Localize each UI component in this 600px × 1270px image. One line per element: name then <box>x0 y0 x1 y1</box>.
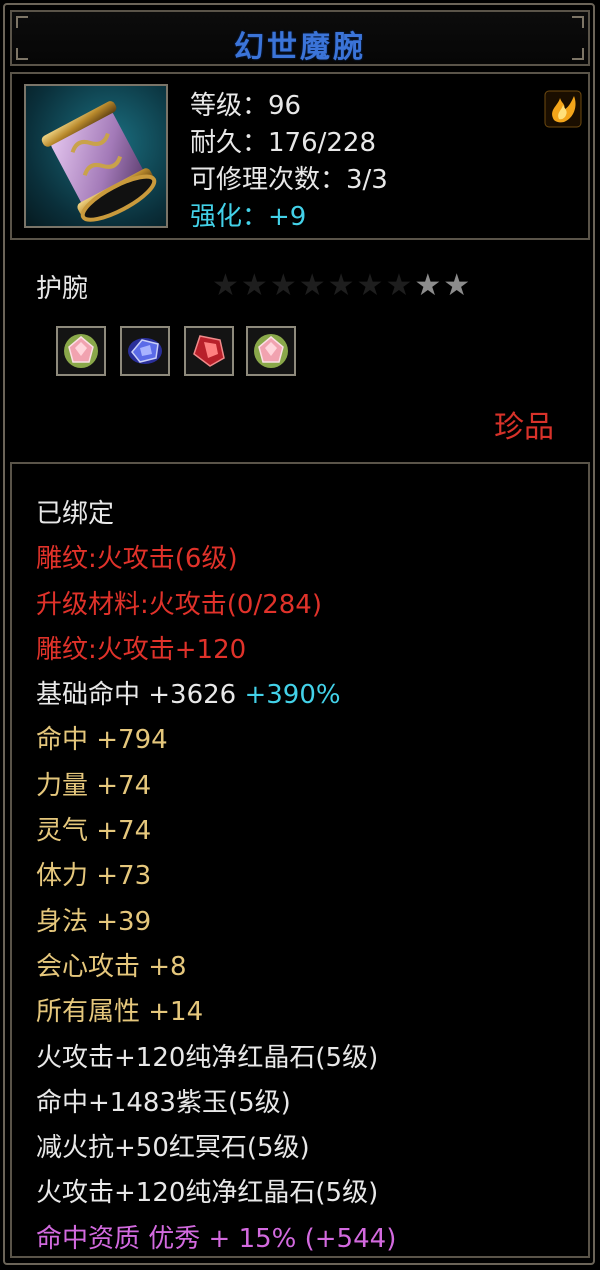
stat-line: 身法 +39 <box>36 906 152 937</box>
item-header: 等级：96 耐久：176/228 可修理次数：3/3 强化：+9 <box>10 72 590 240</box>
item-title: 幻世魔腕 <box>234 30 366 65</box>
stat-line: 体力 +73 <box>36 861 152 892</box>
bound-status: 已绑定 <box>36 499 115 529</box>
engrave-line: 雕纹:火攻击(6级) <box>36 544 238 575</box>
star-icon: ★ <box>212 268 241 303</box>
star-icon: ★ <box>385 268 415 303</box>
bracer-icon <box>24 84 168 228</box>
stat-line: 灵气 +74 <box>36 816 152 847</box>
pink-gem-icon <box>246 326 296 376</box>
socket-line: 火攻击+120纯净红晶石(5级) <box>36 1042 379 1073</box>
level-stat: 等级：96 <box>190 91 302 121</box>
enhance-stat: 强化：+9 <box>190 202 307 232</box>
base-stat-line: 基础命中 +3626 +390% <box>36 673 396 718</box>
item-type-label: 护腕 <box>36 274 89 304</box>
star-icon: ★ <box>240 268 270 303</box>
base-stat-label: 基础命中 +3626 <box>36 680 237 711</box>
stat-line: 力量 +74 <box>36 770 152 801</box>
repair-count-stat: 可修理次数：3/3 <box>190 165 388 195</box>
socket-line: 命中+1483紫玉(5级) <box>36 1087 291 1118</box>
stat-line: 所有属性 +14 <box>36 997 204 1028</box>
engrave-line: 雕纹:火攻击+120 <box>36 634 247 665</box>
engrave-line: 升级材料:火攻击(0/284) <box>36 589 322 620</box>
aptitude-line: 命中资质 优秀 + 15% (+544) <box>36 1223 397 1254</box>
blue-gem-icon <box>120 326 170 376</box>
socket-line: 减火抗+50红冥石(5级) <box>36 1133 310 1164</box>
star-icon: ★ <box>414 268 444 303</box>
star-icon: ★ <box>269 268 299 303</box>
stat-line: 命中 +794 <box>36 725 168 756</box>
title-bar: 幻世魔腕 <box>10 10 590 66</box>
pink-gem-icon <box>56 326 106 376</box>
socket-line: 火攻击+120纯净红晶石(5级) <box>36 1178 379 1209</box>
star-icon: ★ <box>298 268 328 303</box>
star-icon: ★ <box>327 268 357 303</box>
star-icon: ★ <box>443 268 473 303</box>
stat-line: 会心攻击 +8 <box>36 951 187 982</box>
durability-stat: 耐久：176/228 <box>190 128 377 158</box>
base-stat-bonus: +390% <box>244 680 341 711</box>
red-gem-icon <box>184 326 234 376</box>
star-rating: ★★★★★★★★★ <box>212 268 472 303</box>
quality-label: 珍品 <box>494 410 554 445</box>
star-icon: ★ <box>356 268 386 303</box>
attribute-panel: 已绑定 雕纹:火攻击(6级) 升级材料:火攻击(0/284) 雕纹:火攻击+12… <box>10 462 590 1258</box>
fire-element-icon <box>544 90 582 128</box>
